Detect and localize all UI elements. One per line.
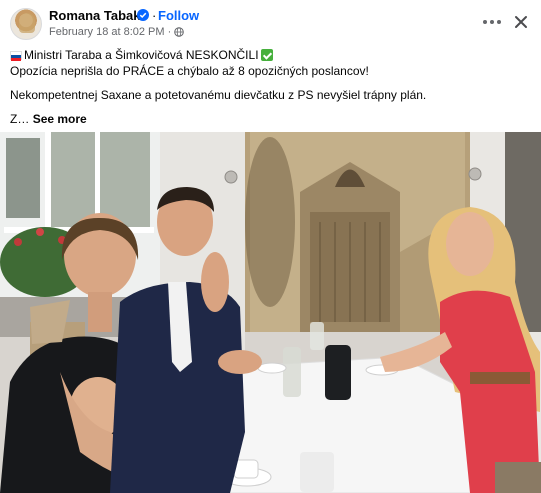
post-timestamp[interactable]: February 18 at 8:02 PM: [49, 26, 165, 38]
post-header: Romana Tabak · Follow February 18 at 8:0…: [0, 0, 541, 44]
follow-button[interactable]: Follow: [158, 8, 199, 23]
verified-badge-icon: [137, 9, 149, 21]
header-separator: ·: [152, 8, 157, 23]
author-avatar[interactable]: [10, 8, 42, 40]
see-more-link[interactable]: See more: [33, 112, 87, 126]
post-line-1-text: Ministri Taraba a Šimkovičová NESKONČILI: [24, 48, 259, 62]
truncated-text: Z…: [10, 112, 30, 126]
green-check-icon: [260, 49, 273, 61]
photo-scene: [0, 132, 541, 493]
post-body: Ministri Taraba a Šimkovičová NESKONČILI…: [10, 47, 530, 127]
author-name[interactable]: Romana Tabak: [49, 8, 141, 23]
post-line-4: Z… See more: [10, 111, 530, 127]
post-photo[interactable]: [0, 132, 541, 493]
post-line-2: Opozícia neprišla do PRÁCE a chýbalo až …: [10, 64, 369, 78]
close-icon[interactable]: [512, 13, 530, 31]
post-meta: February 18 at 8:02 PM ·: [49, 26, 185, 38]
slovakia-flag-icon: [10, 50, 22, 61]
globe-icon[interactable]: [174, 27, 185, 37]
post-line-3: Nekompetentnej Saxane a potetovanému die…: [10, 88, 427, 102]
meta-separator: ·: [167, 26, 172, 38]
more-options-icon[interactable]: [482, 14, 502, 30]
post-line-1: Ministri Taraba a Šimkovičová NESKONČILI: [10, 47, 530, 63]
